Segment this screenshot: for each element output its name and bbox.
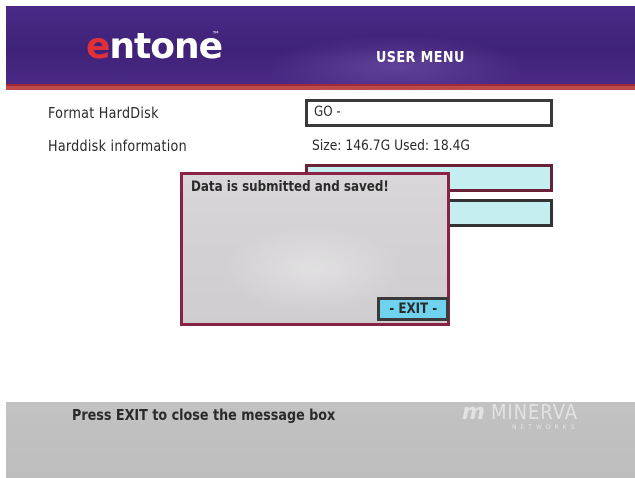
- minerva-mark: m: [462, 400, 485, 425]
- logo-rest: ntone: [109, 26, 223, 67]
- status-hint: Press EXIT to close the message box: [72, 406, 336, 424]
- minerva-subtitle: NETWORKS: [512, 424, 579, 431]
- format-harddisk-label: Format HardDisk: [48, 104, 159, 122]
- page-title: USER MENU: [376, 48, 465, 66]
- exit-button-label: - EXIT -: [388, 301, 438, 317]
- message-text: Data is submitted and saved!: [191, 179, 389, 195]
- entone-logo: entone: [86, 26, 223, 67]
- harddisk-info-value: Size: 146.7G Used: 18.4G: [312, 138, 470, 154]
- logo-first-letter: e: [86, 26, 110, 67]
- minerva-logo: m MINERVA NETWORKS: [462, 400, 588, 431]
- header-divider: [6, 84, 635, 90]
- tv-screen: entone ™ USER MENU Format HardDisk GO - …: [0, 0, 635, 478]
- minerva-name: MINERVA: [490, 400, 578, 424]
- format-harddisk-field[interactable]: GO -: [305, 99, 553, 127]
- modal-background-ghost: [223, 225, 403, 315]
- exit-button[interactable]: - EXIT -: [377, 297, 449, 321]
- logo-trademark: ™: [212, 30, 220, 39]
- message-box: Data is submitted and saved! - EXIT -: [180, 172, 450, 326]
- harddisk-info-label: Harddisk information: [48, 137, 187, 155]
- format-harddisk-value: GO -: [314, 104, 341, 120]
